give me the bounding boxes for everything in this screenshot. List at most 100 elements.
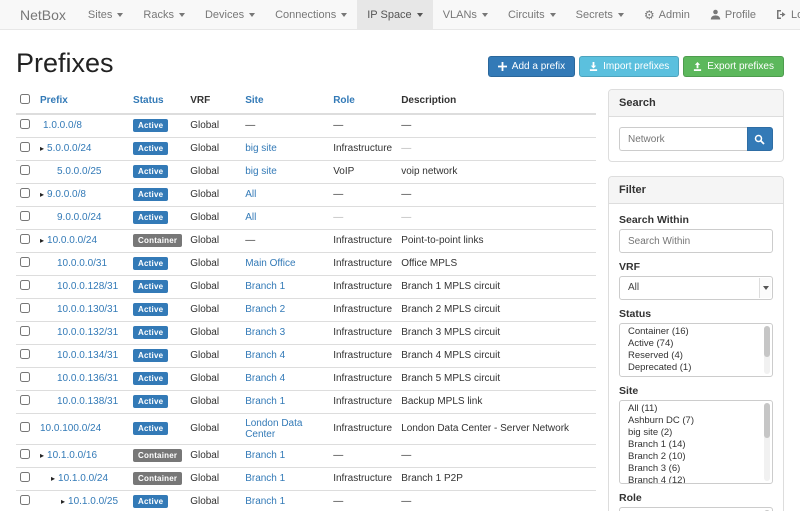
row-checkbox[interactable] (20, 395, 30, 405)
site-option[interactable]: Branch 4 (12) (620, 475, 772, 484)
select-all-checkbox[interactable] (20, 94, 30, 104)
vrf-select[interactable]: All (619, 276, 773, 300)
prefix-link[interactable]: 10.0.0.130/31 (57, 304, 118, 315)
nav-item-devices[interactable]: Devices (195, 0, 265, 29)
profile-link[interactable]: Profile (700, 0, 766, 29)
site-option[interactable]: Ashburn DC (7) (620, 415, 772, 427)
select-dropdown-strip[interactable] (759, 278, 771, 298)
row-checkbox[interactable] (20, 472, 30, 482)
site-option[interactable]: Branch 2 (10) (620, 451, 772, 463)
prefix-link[interactable]: 5.0.0.0/25 (57, 166, 101, 177)
site-link[interactable]: Branch 1 (245, 396, 285, 407)
sort-role-header[interactable]: Role (333, 95, 355, 106)
sort-site-header[interactable]: Site (245, 95, 263, 106)
search-button[interactable] (747, 127, 773, 151)
site-link[interactable]: Main Office (245, 258, 295, 269)
prefix-link[interactable]: 10.1.0.0/24 (58, 473, 108, 484)
row-checkbox[interactable] (20, 326, 30, 336)
site-link[interactable]: London Data Center (245, 418, 302, 440)
scrollbar-thumb[interactable] (764, 326, 770, 357)
nav-item-connections[interactable]: Connections (265, 0, 357, 29)
row-checkbox[interactable] (20, 422, 30, 432)
status-option[interactable]: Container (16) (620, 326, 772, 338)
row-checkbox[interactable] (20, 495, 30, 505)
table-row: 10.0.0.134/31 Active Global Branch 4 Inf… (16, 344, 596, 367)
vrf-value: Global (186, 183, 241, 206)
prefix-link[interactable]: 9.0.0.0/24 (57, 212, 101, 223)
site-option[interactable]: Branch 1 (14) (620, 439, 772, 451)
prefix-link[interactable]: 10.0.100.0/24 (40, 423, 101, 434)
site-link[interactable]: Branch 3 (245, 327, 285, 338)
prefix-link[interactable]: 10.0.0.0/31 (57, 258, 107, 269)
row-checkbox[interactable] (20, 372, 30, 382)
prefix-link[interactable]: 9.0.0.0/8 (47, 189, 86, 200)
role-value: Infrastructure (329, 321, 397, 344)
nav-item-racks[interactable]: Racks (133, 0, 195, 29)
add-prefix-button[interactable]: Add a prefix (488, 56, 575, 77)
row-checkbox[interactable] (20, 303, 30, 313)
expand-caret-icon: ▸ (40, 190, 44, 199)
prefix-link[interactable]: 5.0.0.0/24 (47, 143, 91, 154)
vrf-value: Global (186, 344, 241, 367)
import-prefixes-button[interactable]: Import prefixes (579, 56, 679, 77)
nav-item-vlans[interactable]: VLANs (433, 0, 498, 29)
prefix-link[interactable]: 10.0.0.0/24 (47, 235, 97, 246)
site-option[interactable]: All (11) (620, 403, 772, 415)
status-option[interactable]: Active (74) (620, 338, 772, 350)
row-checkbox[interactable] (20, 257, 30, 267)
site-link[interactable]: Branch 1 (245, 281, 285, 292)
row-checkbox[interactable] (20, 280, 30, 290)
nav-item-ip-space[interactable]: IP Space (357, 0, 432, 29)
prefix-link[interactable]: 10.0.0.138/31 (57, 396, 118, 407)
sort-prefix-header[interactable]: Prefix (40, 95, 68, 106)
site-link[interactable]: Branch 1 (245, 496, 285, 507)
row-checkbox[interactable] (20, 119, 30, 129)
prefix-link[interactable]: 10.0.0.132/31 (57, 327, 118, 338)
description-value: — (397, 137, 596, 160)
site-link[interactable]: All (245, 189, 256, 200)
app-brand[interactable]: NetBox (8, 0, 78, 29)
description-value: Office MPLS (397, 252, 596, 275)
prefix-link[interactable]: 10.0.0.128/31 (57, 281, 118, 292)
row-checkbox[interactable] (20, 188, 30, 198)
nav-item-secrets[interactable]: Secrets (566, 0, 634, 29)
logout-link[interactable]: Log out (766, 0, 800, 29)
row-checkbox[interactable] (20, 449, 30, 459)
page-actions: Add a prefix Import prefixes Export pref… (488, 56, 784, 77)
prefix-link[interactable]: 1.0.0.0/8 (43, 120, 82, 131)
status-option[interactable]: Deprecated (1) (620, 362, 772, 374)
site-link[interactable]: All (245, 212, 256, 223)
nav-item-sites[interactable]: Sites (78, 0, 133, 29)
row-checkbox[interactable] (20, 234, 30, 244)
export-icon (693, 62, 702, 71)
site-option[interactable]: Branch 3 (6) (620, 463, 772, 475)
search-input[interactable] (619, 127, 747, 151)
site-link[interactable]: Branch 1 (245, 473, 285, 484)
chevron-down-icon (341, 13, 347, 17)
prefix-link[interactable]: 10.0.0.136/31 (57, 373, 118, 384)
site-link[interactable]: Branch 1 (245, 450, 285, 461)
search-within-input[interactable] (619, 229, 773, 253)
scrollbar-thumb[interactable] (764, 403, 770, 438)
site-option[interactable]: big site (2) (620, 427, 772, 439)
row-checkbox[interactable] (20, 142, 30, 152)
sort-status-header[interactable]: Status (133, 95, 164, 106)
site-link[interactable]: big site (245, 166, 277, 177)
prefix-link[interactable]: 10.1.0.0/16 (47, 450, 97, 461)
prefix-link[interactable]: 10.0.0.134/31 (57, 350, 118, 361)
export-prefixes-button[interactable]: Export prefixes (683, 56, 784, 77)
nav-item-circuits[interactable]: Circuits (498, 0, 566, 29)
site-link[interactable]: Branch 4 (245, 350, 285, 361)
role-filter-label: Role (619, 492, 773, 504)
site-link[interactable]: big site (245, 143, 277, 154)
row-checkbox[interactable] (20, 165, 30, 175)
scrollbar-track[interactable] (764, 403, 770, 481)
row-checkbox[interactable] (20, 349, 30, 359)
scrollbar-track[interactable] (764, 326, 770, 374)
site-link[interactable]: Branch 2 (245, 304, 285, 315)
status-option[interactable]: Reserved (4) (620, 350, 772, 362)
row-checkbox[interactable] (20, 211, 30, 221)
site-link[interactable]: Branch 4 (245, 373, 285, 384)
admin-link[interactable]: ⚙ Admin (634, 0, 700, 29)
prefix-link[interactable]: 10.1.0.0/25 (68, 496, 118, 507)
